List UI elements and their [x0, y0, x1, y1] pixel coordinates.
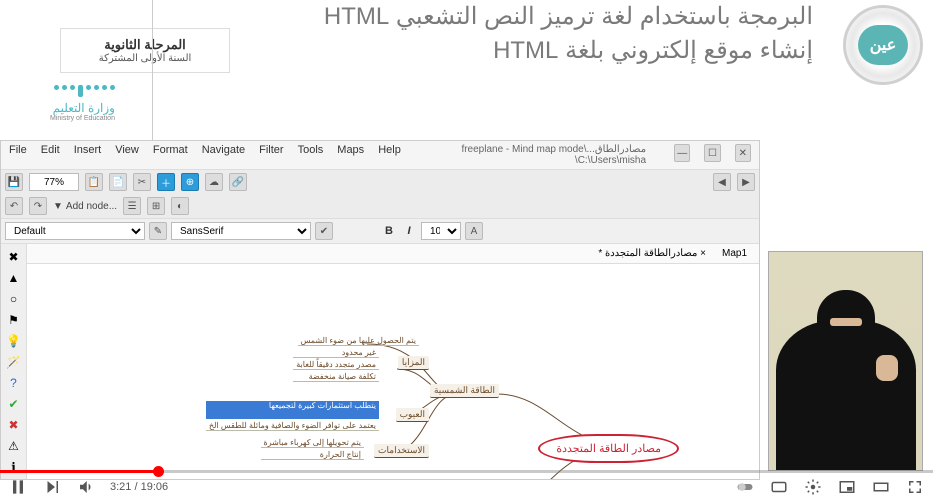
- zoom-field[interactable]: [29, 173, 79, 191]
- cloud-icon[interactable]: ☁: [205, 173, 223, 191]
- solar-dis[interactable]: العيوب: [396, 408, 429, 422]
- menu-help[interactable]: Help: [378, 144, 401, 166]
- solar-adv[interactable]: المزايا: [398, 356, 429, 370]
- redo-icon[interactable]: ↷: [29, 197, 47, 215]
- solar-adv3[interactable]: تكلفة صيانة منخفضة: [293, 372, 379, 382]
- play-pause-button[interactable]: [8, 477, 28, 497]
- lesson-header: البرمجة باستخدام لغة ترميز النص التشعبي …: [0, 0, 933, 140]
- blank-icon[interactable]: ○: [5, 290, 23, 307]
- flag-icon[interactable]: ⚑: [5, 311, 23, 328]
- right-icon[interactable]: ▶: [737, 173, 755, 191]
- moe-name: وزارة التعليم: [50, 101, 115, 115]
- font-size-select[interactable]: 10: [421, 222, 461, 240]
- fullscreen-button[interactable]: [905, 477, 925, 497]
- picker-icon[interactable]: ✎: [149, 222, 167, 240]
- lesson-title: البرمجة باستخدام لغة ترميز النص التشعبي …: [324, 0, 813, 67]
- cut-icon[interactable]: ✂: [133, 173, 151, 191]
- bold-button[interactable]: B: [381, 223, 397, 239]
- maximize-button[interactable]: ☐: [704, 144, 720, 162]
- tab-current[interactable]: × مصادرالطاقة المتجددة *: [590, 246, 714, 261]
- menu-file[interactable]: File: [9, 144, 27, 166]
- solar-use1[interactable]: يتم تحويلها إلى كهرباء مباشرة: [261, 438, 365, 448]
- presenter-figure: [776, 280, 916, 470]
- root-node[interactable]: مصادر الطاقة المتجددة: [538, 434, 679, 463]
- tab-map1[interactable]: Map1: [714, 246, 755, 261]
- autoplay-toggle[interactable]: [735, 477, 755, 497]
- captions-button[interactable]: [769, 477, 789, 497]
- miniplayer-button[interactable]: [837, 477, 857, 497]
- moe-sub: Ministry of Education: [50, 115, 115, 122]
- solar-adv1[interactable]: غير محدود: [293, 348, 379, 358]
- menu-maps[interactable]: Maps: [337, 144, 364, 166]
- menu-format[interactable]: Format: [153, 144, 188, 166]
- minimize-button[interactable]: —: [674, 144, 690, 162]
- remove-icon[interactable]: ✖: [5, 248, 23, 265]
- toolbar-secondary: ↶ ↷ ▼ Add node... ☰ ⊞ ◐: [1, 194, 759, 219]
- outline-icon[interactable]: ☰: [123, 197, 141, 215]
- menu-tools[interactable]: Tools: [298, 144, 324, 166]
- divider: [152, 0, 153, 140]
- link-icon[interactable]: 🔗: [229, 173, 247, 191]
- menu-edit[interactable]: Edit: [41, 144, 60, 166]
- apply-icon[interactable]: ✔: [315, 222, 333, 240]
- tree-icon[interactable]: ⊞: [147, 197, 165, 215]
- new-node-button[interactable]: ＋: [157, 173, 175, 191]
- solar-uses[interactable]: الاستخدامات: [374, 444, 429, 458]
- moe-logo: وزارة التعليم Ministry of Education: [50, 85, 115, 122]
- cancel-icon[interactable]: ✖: [5, 416, 23, 433]
- up-icon[interactable]: ▲: [5, 269, 23, 286]
- window-title: مصادرالطاق...\freeplane - Mind map mode …: [415, 144, 646, 166]
- format-bar: Default ✎ SansSerif ✔ B I 10 A: [1, 219, 759, 244]
- menu-bar: File Edit Insert View Format Navigate Fi…: [1, 141, 759, 169]
- time-display: 3:21 / 19:06: [110, 481, 168, 493]
- menu-navigate[interactable]: Navigate: [202, 144, 245, 166]
- solar-src[interactable]: يتم الحصول عليها من ضوء الشمس: [298, 336, 419, 346]
- stage-title: المرحلة الثانوية: [71, 37, 219, 53]
- add-node-menu[interactable]: ▼ Add node...: [53, 201, 117, 212]
- left-icon[interactable]: ◀: [713, 173, 731, 191]
- close-button[interactable]: ✕: [735, 144, 751, 162]
- child-node-button[interactable]: ⊕: [181, 173, 199, 191]
- wizard-icon[interactable]: 🪄: [5, 353, 23, 370]
- undo-icon[interactable]: ↶: [5, 197, 23, 215]
- font-select[interactable]: SansSerif: [171, 222, 311, 240]
- title-line-2: إنشاء موقع إلكتروني بلغة HTML: [324, 34, 813, 68]
- title-line-1: البرمجة باستخدام لغة ترميز النص التشعبي …: [324, 0, 813, 34]
- icon-toolbar: ✖ ▲ ○ ⚑ 💡 🪄 ? ✔ ✖ ⚠ ℹ: [1, 244, 27, 479]
- ain-logo: عين: [843, 5, 923, 85]
- solar-dis1-selected[interactable]: يتطلب استثمارات كبيرة لتجميعها: [206, 401, 379, 419]
- presenter-video: [768, 251, 923, 471]
- solar-use2[interactable]: إنتاج الحرارة: [261, 450, 365, 460]
- stage-subtitle: السنة الأولى المشتركة: [71, 53, 219, 64]
- next-button[interactable]: [42, 477, 62, 497]
- question-icon[interactable]: ?: [5, 374, 23, 391]
- settings-icon[interactable]: [803, 477, 823, 497]
- map-tabs: Map1 × مصادرالطاقة المتجددة *: [27, 244, 759, 264]
- volume-button[interactable]: [76, 477, 96, 497]
- video-controls: 3:21 / 19:06: [0, 471, 933, 501]
- warning-icon[interactable]: ⚠: [5, 437, 23, 454]
- copy-icon[interactable]: 📄: [109, 173, 127, 191]
- mindmap-canvas[interactable]: مصادر الطاقة المتجددة الطاقة الشمسية يتم…: [27, 264, 759, 479]
- bulb-icon[interactable]: 💡: [5, 332, 23, 349]
- italic-button[interactable]: I: [401, 223, 417, 239]
- menu-view[interactable]: View: [115, 144, 139, 166]
- branch-solar[interactable]: الطاقة الشمسية: [430, 384, 499, 398]
- style-select[interactable]: Default: [5, 222, 145, 240]
- solar-adv2[interactable]: مصدر متجدد دقيقاً للغابة: [293, 360, 379, 370]
- solar-dis2[interactable]: يعتمد على توافر الضوء والصافية ومائلة لل…: [206, 421, 379, 431]
- toolbar-main: 💾 📋 📄 ✂ ＋ ⊕ ☁ 🔗 ◀ ▶: [1, 169, 759, 194]
- save-icon[interactable]: 💾: [5, 173, 23, 191]
- freeplane-window: File Edit Insert View Format Navigate Fi…: [0, 140, 760, 480]
- theater-button[interactable]: [871, 477, 891, 497]
- text-color-icon[interactable]: A: [465, 222, 483, 240]
- stage-card: المرحلة الثانوية السنة الأولى المشتركة: [60, 28, 230, 73]
- paste-icon[interactable]: 📋: [85, 173, 103, 191]
- ok-icon[interactable]: ✔: [5, 395, 23, 412]
- menu-filter[interactable]: Filter: [259, 144, 283, 166]
- style-icon[interactable]: ◐: [171, 197, 189, 215]
- ain-text: عين: [858, 25, 908, 65]
- menu-insert[interactable]: Insert: [74, 144, 102, 166]
